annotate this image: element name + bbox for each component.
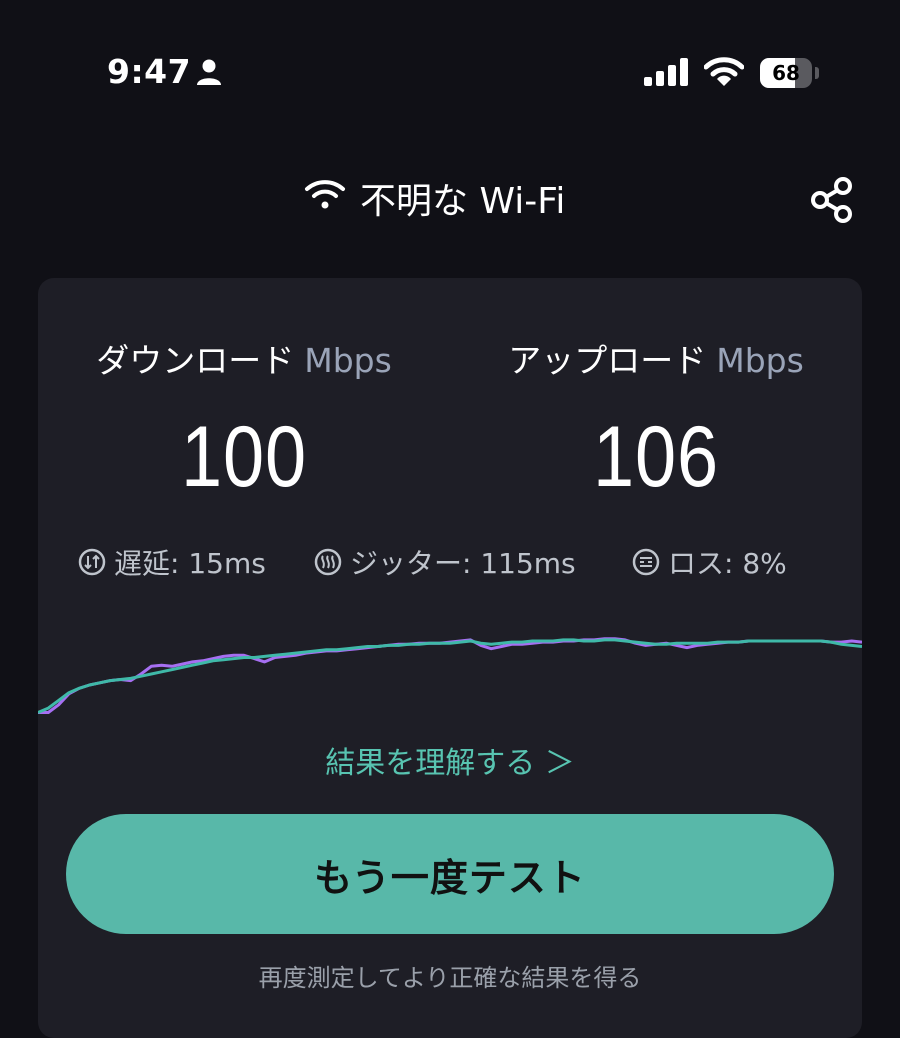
wifi-icon [304, 177, 346, 220]
network-title: 不明な Wi-Fi [304, 168, 565, 228]
latency-icon [78, 548, 106, 576]
cellular-signal-icon [644, 58, 690, 90]
share-button[interactable] [806, 174, 858, 226]
upload-unit: Mbps [716, 341, 804, 380]
result-card: ダウンロード Mbps 100 アップロード Mbps 106 遅延: 15ms ジ… [38, 278, 862, 1038]
retest-button[interactable]: もう一度テスト [66, 814, 834, 934]
stats-row: 遅延: 15ms ジッター: 115ms ロス: 8% [78, 542, 838, 582]
latency-stat: 遅延: 15ms [78, 542, 266, 582]
retest-button-label: もう一度テスト [314, 855, 586, 900]
latency-text: 遅延: 15ms [114, 547, 266, 580]
loss-stat: ロス: 8% [632, 542, 787, 582]
status-time: 9:47 [107, 52, 192, 91]
share-icon [811, 177, 852, 223]
upload-label: アップロード [508, 341, 707, 380]
upload-metric: アップロード Mbps 106 [450, 334, 862, 507]
wifi-status-icon [703, 56, 745, 92]
download-unit: Mbps [304, 341, 392, 380]
network-header: 不明な Wi-Fi [0, 168, 900, 228]
battery-level: 68 [772, 61, 800, 85]
person-icon [196, 58, 222, 90]
speed-graph [38, 637, 862, 714]
battery-nub [815, 67, 819, 79]
jitter-icon [314, 548, 342, 576]
download-series-line [38, 637, 862, 714]
download-metric: ダウンロード Mbps 100 [38, 334, 450, 507]
status-bar: 9:47 68 [0, 0, 900, 140]
battery-indicator: 68 [760, 58, 812, 88]
download-value: 100 [181, 409, 307, 505]
jitter-text: ジッター: 115ms [350, 547, 576, 580]
loss-icon [632, 548, 660, 576]
upload-value: 106 [593, 409, 719, 505]
download-label: ダウンロード [96, 341, 295, 380]
loss-text: ロス: 8% [668, 547, 787, 580]
retest-hint: 再度測定してより正確な結果を得る [258, 964, 642, 992]
jitter-stat: ジッター: 115ms [314, 542, 576, 582]
network-name: 不明な Wi-Fi [360, 181, 566, 222]
upload-series-line [38, 638, 862, 714]
battery-body: 68 [760, 58, 812, 88]
understand-results-link[interactable]: 結果を理解する ＞ [38, 738, 862, 782]
